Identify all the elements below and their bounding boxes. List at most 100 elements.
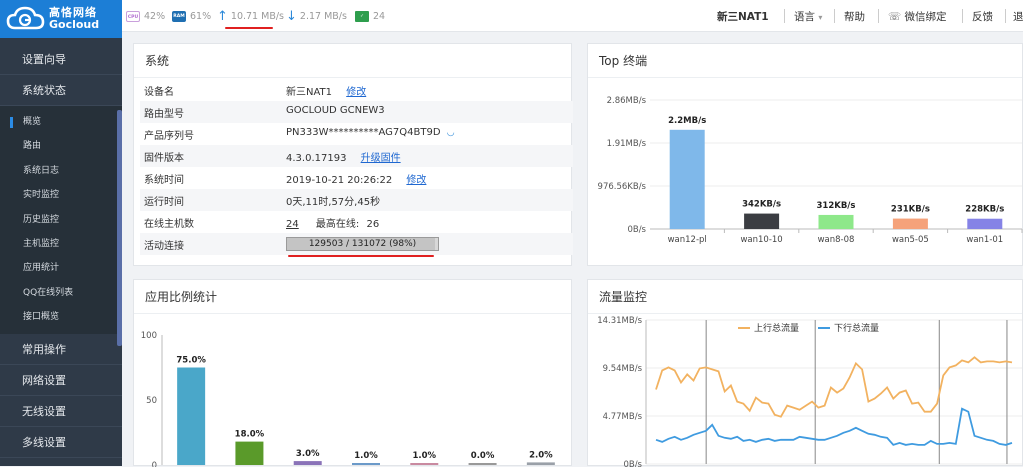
row-firmware: 固件版本 4.3.0.17193 升级固件 (140, 145, 573, 167)
nav-setup-wizard[interactable]: 设置向导 (0, 44, 122, 75)
active-conn-progress: 129503 / 131072 (98%) (286, 237, 439, 251)
app-ratio-panel: 应用比例统计 0 50 100 75.0% 18.0% 3.0% 1.0% 1.0% 0.0% 2… (133, 279, 572, 467)
bar-data-label: 2.2MB/s (668, 116, 706, 126)
top-divider (962, 9, 963, 23)
series-line (655, 407, 1013, 446)
row-key: 固件版本 (144, 153, 184, 164)
device-name: 新三NAT1 (717, 11, 769, 23)
bar (293, 461, 322, 465)
edit-device-name-link[interactable]: 修改 (346, 87, 366, 98)
bar (410, 463, 439, 465)
max-online-value: 26 (366, 219, 380, 230)
y-tick-label: 14.31MB/s (597, 316, 642, 326)
y-tick-label: 50 (146, 396, 157, 406)
top-divider (834, 9, 835, 23)
row-key: 产品序列号 (144, 131, 194, 142)
active-conn-text: 129503 / 131072 (98%) (308, 239, 417, 249)
legend-label: 上行总流量 (754, 322, 799, 334)
x-tick-label: wan10-10 (740, 235, 782, 245)
bar-data-label: 3.0% (296, 449, 320, 459)
nav-network-settings[interactable]: 网络设置 (0, 365, 122, 396)
row-value-wrap: 24 最高在线: 26 (286, 215, 379, 230)
y-tick-label: 0 (152, 461, 157, 467)
online-hosts-link[interactable]: 24 (286, 219, 299, 230)
cpu-icon: CPU (126, 10, 140, 22)
cpu-value: 42% (144, 10, 166, 22)
logout-link[interactable]: 退 (1013, 9, 1023, 24)
row-value-wrap: PN333W**********AG7Q4BT9D ◡ (286, 127, 455, 138)
y-tick-label: 9.54MB/s (603, 364, 643, 374)
legend-label: 下行总流量 (834, 322, 879, 334)
row-device-name: 设备名 新三NAT1 修改 (140, 79, 573, 101)
nav-sub-route[interactable]: 路由 (0, 134, 122, 158)
upload-speed: 10.71 MB/s (230, 10, 284, 22)
x-tick-label: wan12-pl (668, 235, 707, 245)
upgrade-firmware-link[interactable]: 升级固件 (361, 153, 401, 164)
bar (352, 463, 380, 465)
wechat-label: 微信绑定 (904, 11, 947, 23)
row-active-conn: 活动连接 129503 / 131072 (98%) (140, 233, 573, 255)
app-ratio-title: 应用比例统计 (134, 280, 571, 314)
row-serial: 产品序列号 PN333W**********AG7Q4BT9D ◡ (140, 123, 573, 145)
nav-sub-list: 概览 路由 系统日志 实时监控 历史监控 主机监控 应用统计 QQ在线列表 接口… (0, 106, 122, 346)
caret-down-icon: ▾ (818, 13, 823, 22)
bar (892, 218, 928, 229)
device-name-value: 新三NAT1 (286, 87, 333, 98)
top-terminals-title: Top 终端 (588, 44, 1022, 78)
top-terminals-chart: 0B/s 976.56KB/s 1.91MB/s 2.86MB/s 2.2MB/s wan… (598, 96, 1023, 245)
bar-data-label: 0.0% (471, 451, 495, 461)
sidebar-scrollbar[interactable] (117, 110, 122, 346)
feedback-link[interactable]: 反馈 (972, 9, 993, 24)
wechat-bind-link[interactable]: ☏ 微信绑定 (888, 9, 946, 24)
logo[interactable]: 高恪网络 Gocloud (0, 0, 122, 38)
firmware-value: 4.3.0.17193 (286, 153, 347, 164)
row-key: 在线主机数 (144, 219, 194, 230)
bar-data-label: 312KB/s (817, 201, 856, 211)
upload-stat: ↑ 10.71 MB/s (217, 8, 284, 24)
nav-system-status[interactable]: 系统状态 (0, 75, 122, 106)
download-stat: ↓ 2.17 MB/s (286, 8, 347, 24)
edit-time-link[interactable]: 修改 (406, 175, 426, 186)
language-menu[interactable]: 语言 ▾ (794, 9, 822, 24)
eye-icon[interactable]: ◡ (447, 128, 455, 138)
row-system-time: 系统时间 2019-10-21 20:26:22 修改 (140, 167, 573, 189)
nav-wireless-settings[interactable]: 无线设置 (0, 396, 122, 427)
bar (818, 214, 854, 229)
y-tick-label: 100 (141, 331, 157, 341)
series-line (655, 356, 1013, 418)
nav-sub-host-monitor[interactable]: 主机监控 (0, 232, 122, 256)
nav-sub-interface[interactable]: 接口概览 (0, 305, 122, 329)
nav-sub-history[interactable]: 历史监控 (0, 208, 122, 232)
nav-sub-overview[interactable]: 概览 (0, 110, 122, 134)
nav-multiline-settings[interactable]: 多线设置 (0, 427, 122, 458)
row-value-wrap: 新三NAT1 修改 (286, 83, 366, 98)
nav-common-ops[interactable]: 常用操作 (0, 334, 122, 365)
system-panel: 系统 设备名 新三NAT1 修改 路由型号 GOCLOUD GCNEW3 产品序… (133, 43, 573, 266)
row-online-hosts: 在线主机数 24 最高在线: 26 (140, 211, 573, 233)
bar (744, 213, 780, 229)
nav-sub-qq-online[interactable]: QQ在线列表 (0, 281, 122, 305)
bar-data-label: 231KB/s (891, 205, 930, 215)
row-key: 活动连接 (144, 241, 184, 252)
row-key: 路由型号 (144, 109, 184, 120)
x-tick-label: wan5-05 (892, 235, 929, 245)
row-router-model: 路由型号 GOCLOUD GCNEW3 (140, 101, 573, 123)
x-tick-label: wan8-08 (818, 235, 855, 245)
bar-data-label: 2.0% (529, 450, 553, 460)
row-key: 设备名 (144, 87, 174, 98)
nav-sub-syslog[interactable]: 系统日志 (0, 159, 122, 183)
row-key: 运行时间 (144, 197, 184, 208)
max-online-label: 最高在线: (315, 219, 360, 230)
bar-data-label: 228KB/s (965, 205, 1004, 215)
nav-sub-app-stats[interactable]: 应用统计 (0, 256, 122, 280)
connection-count: 24 (373, 10, 386, 22)
cpu-stat: CPU 42% (126, 8, 165, 24)
help-link[interactable]: 帮助 (844, 9, 865, 24)
flow-monitor-title: 流量监控 (588, 280, 1022, 314)
nav-sub-realtime[interactable]: 实时监控 (0, 183, 122, 207)
flow-monitor-chart: 0B/s4.77MB/s9.54MB/s14.31MB/s上行总流量 下行总流量 (597, 316, 1022, 467)
bar (468, 463, 497, 465)
ram-value: 61% (190, 10, 212, 22)
ram-stat: RAM 61% (172, 8, 211, 24)
top-divider (784, 9, 785, 23)
